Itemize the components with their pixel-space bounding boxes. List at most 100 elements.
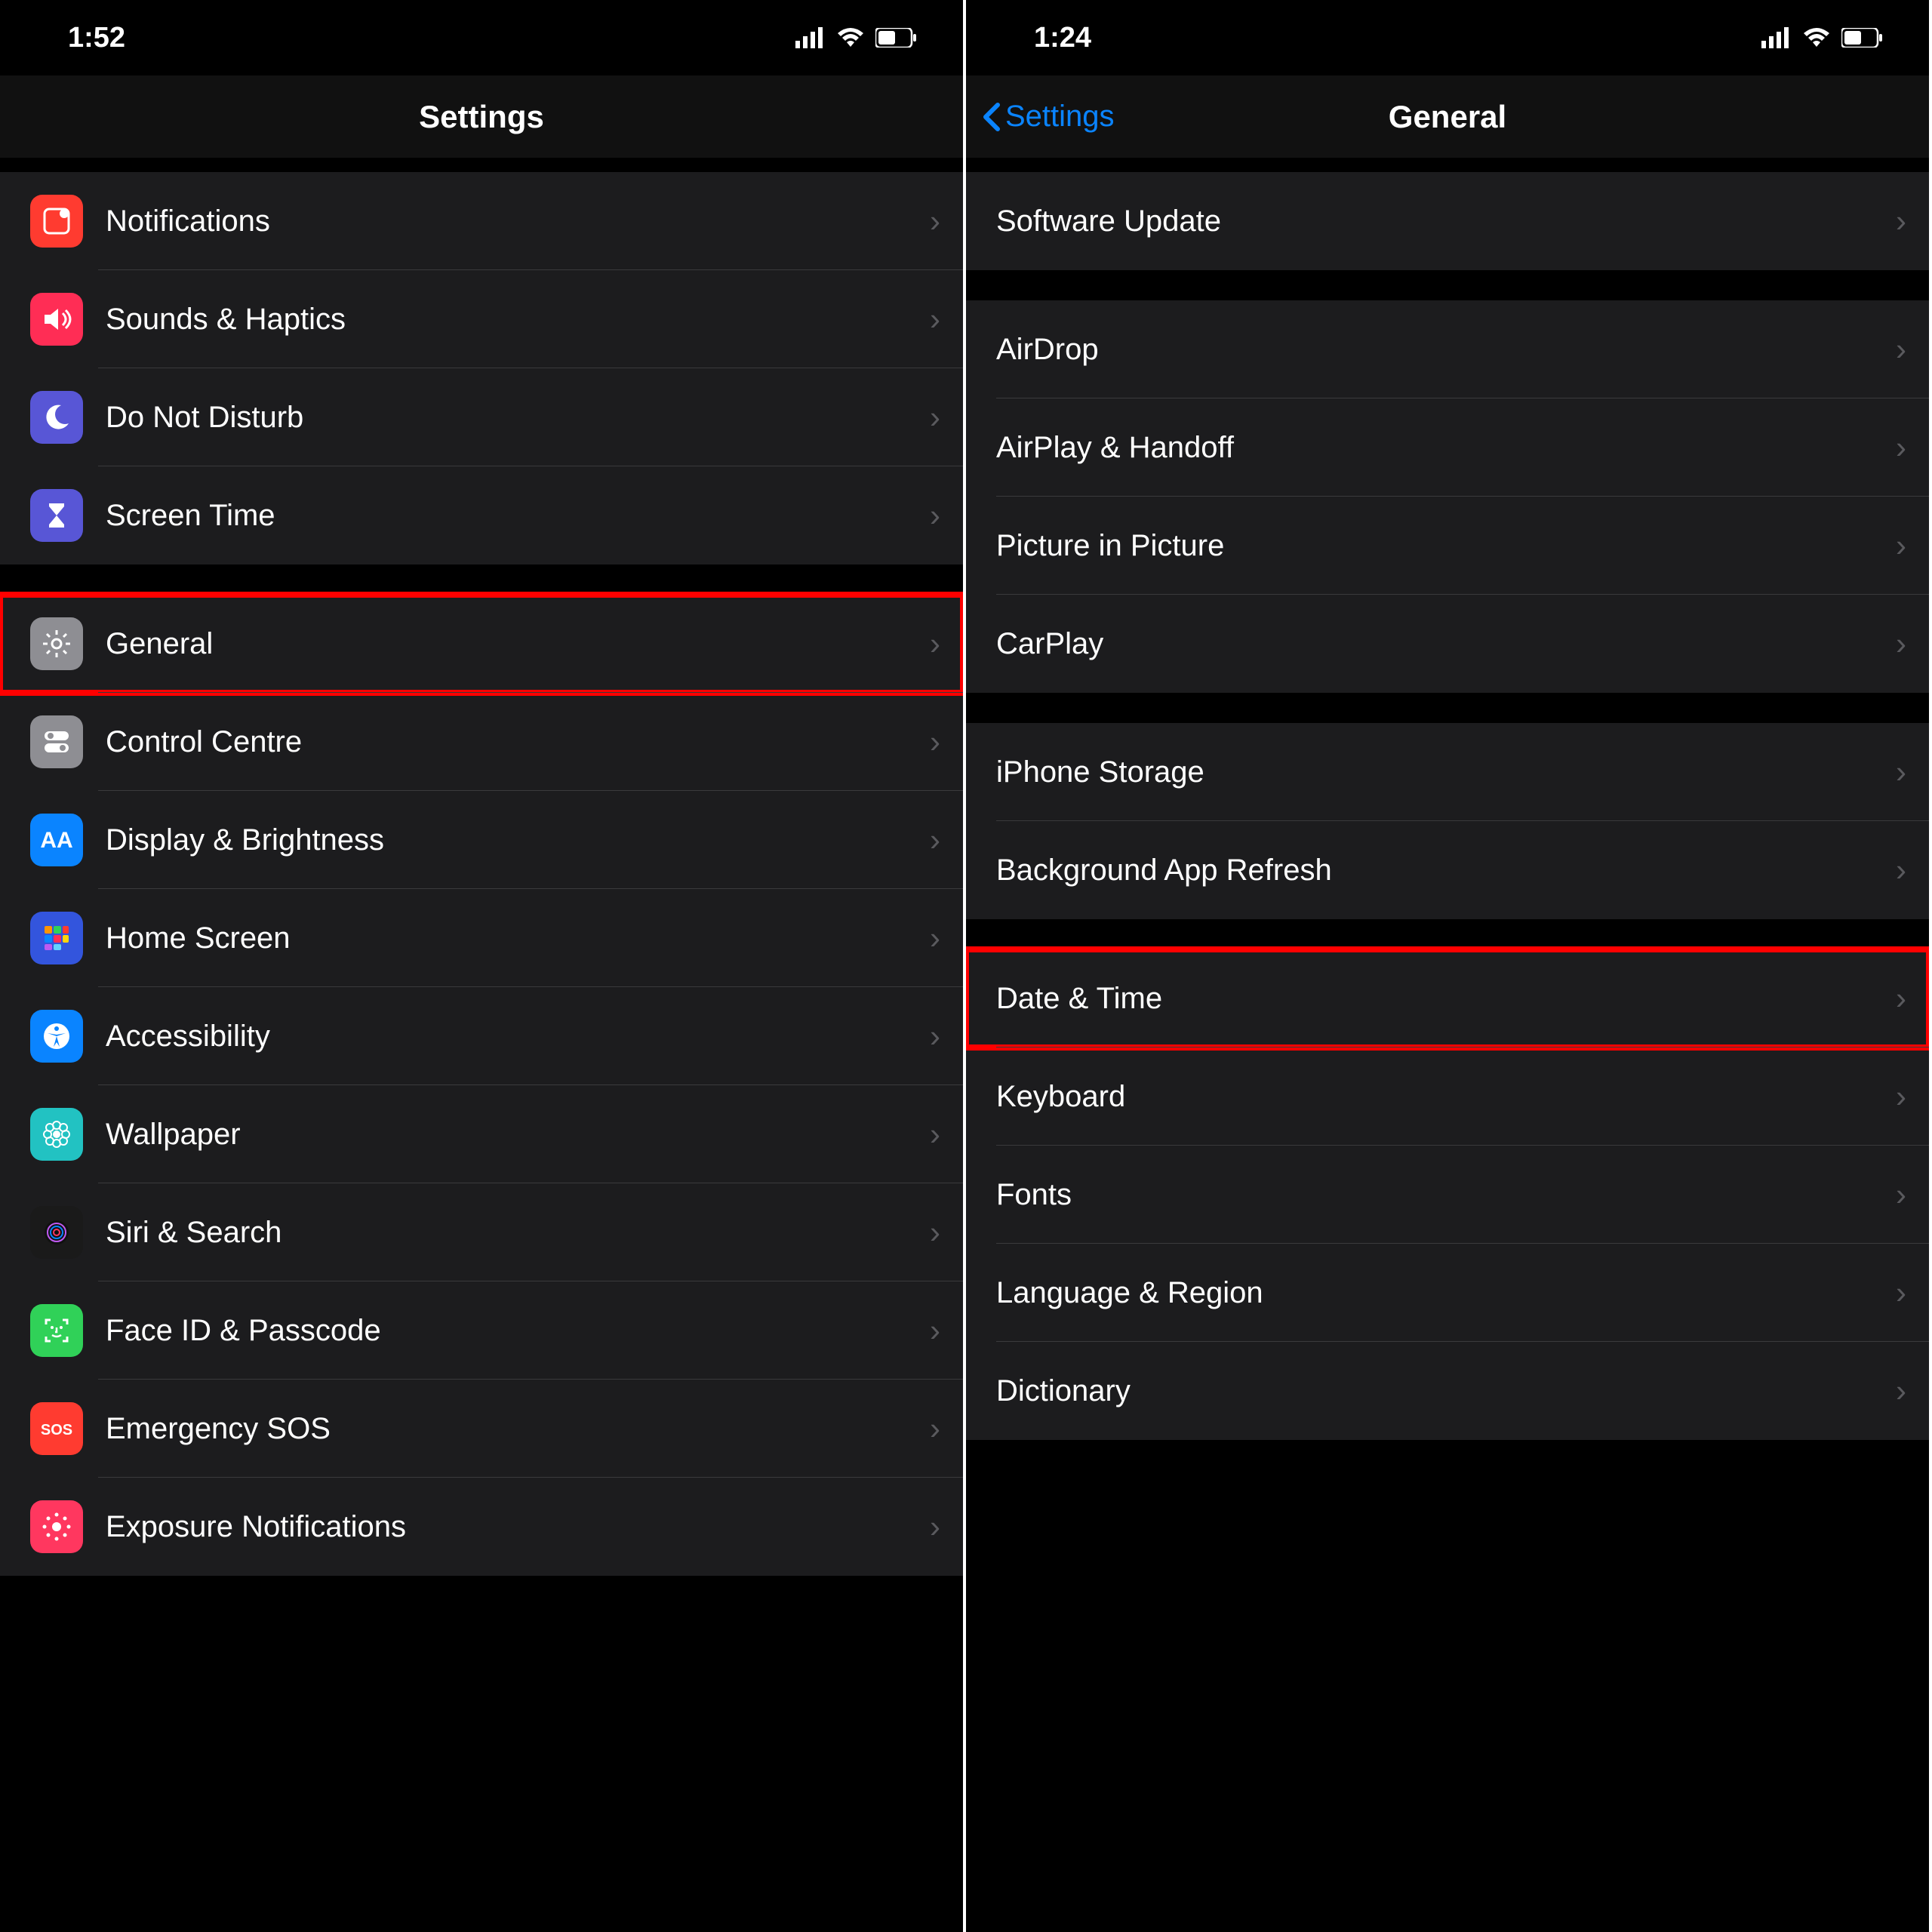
row-background-app-refresh[interactable]: Background App Refresh›: [966, 821, 1929, 919]
row-date-time[interactable]: Date & Time›: [966, 949, 1929, 1048]
row-label: iPhone Storage: [996, 755, 1896, 789]
row-exposure-notifications[interactable]: Exposure Notifications›: [0, 1478, 963, 1576]
siri-icon: [30, 1206, 83, 1259]
row-software-update[interactable]: Software Update›: [966, 172, 1929, 270]
chevron-right-icon: ›: [1896, 429, 1906, 466]
settings-group: AirDrop›AirPlay & Handoff›Picture in Pic…: [966, 300, 1929, 693]
row-label: Do Not Disturb: [106, 401, 930, 435]
row-screen-time[interactable]: Screen Time›: [0, 466, 963, 565]
chevron-right-icon: ›: [930, 626, 940, 662]
chevron-right-icon: ›: [930, 1116, 940, 1152]
row-siri-search[interactable]: Siri & Search›: [0, 1183, 963, 1281]
row-general[interactable]: General›: [0, 595, 963, 693]
faceid-icon: [30, 1304, 83, 1357]
row-label: Notifications: [106, 205, 930, 238]
signal-icon: [795, 27, 826, 48]
chevron-right-icon: ›: [930, 399, 940, 435]
settings-group: Notifications›Sounds & Haptics›Do Not Di…: [0, 172, 963, 565]
row-label: Background App Refresh: [996, 854, 1896, 888]
chevron-right-icon: ›: [1896, 980, 1906, 1017]
row-label: Emergency SOS: [106, 1412, 930, 1446]
chevron-right-icon: ›: [930, 301, 940, 337]
row-wallpaper[interactable]: Wallpaper›: [0, 1085, 963, 1183]
chevron-left-icon: [981, 102, 1002, 132]
chevron-right-icon: ›: [1896, 203, 1906, 239]
row-label: Display & Brightness: [106, 823, 930, 857]
row-carplay[interactable]: CarPlay›: [966, 595, 1929, 693]
row-label: Date & Time: [996, 982, 1896, 1016]
nav-bar: Settings General: [966, 75, 1929, 158]
row-label: CarPlay: [996, 627, 1896, 661]
chevron-right-icon: ›: [1896, 1373, 1906, 1409]
row-label: Fonts: [996, 1178, 1896, 1212]
row-notifications[interactable]: Notifications›: [0, 172, 963, 270]
moon-icon: [30, 391, 83, 444]
row-label: Home Screen: [106, 921, 930, 955]
row-airdrop[interactable]: AirDrop›: [966, 300, 1929, 398]
chevron-right-icon: ›: [1896, 754, 1906, 790]
row-airplay-handoff[interactable]: AirPlay & Handoff›: [966, 398, 1929, 497]
settings-group: Software Update›: [966, 172, 1929, 270]
accessibility-icon: [30, 1010, 83, 1063]
chevron-right-icon: ›: [930, 1509, 940, 1545]
row-label: Control Centre: [106, 725, 930, 759]
row-do-not-disturb[interactable]: Do Not Disturb›: [0, 368, 963, 466]
battery-icon: [1841, 28, 1884, 48]
row-dictionary[interactable]: Dictionary›: [966, 1342, 1929, 1440]
chevron-right-icon: ›: [1896, 1177, 1906, 1213]
chevron-right-icon: ›: [930, 1018, 940, 1054]
row-accessibility[interactable]: Accessibility›: [0, 987, 963, 1085]
notifications-icon: [30, 195, 83, 248]
back-label: Settings: [1005, 100, 1115, 134]
status-bar: 1:52: [0, 0, 963, 75]
row-fonts[interactable]: Fonts›: [966, 1146, 1929, 1244]
row-label: Language & Region: [996, 1276, 1896, 1310]
chevron-right-icon: ›: [930, 920, 940, 956]
settings-group: General›Control Centre›AADisplay & Brigh…: [0, 595, 963, 1576]
settings-list[interactable]: Notifications›Sounds & Haptics›Do Not Di…: [0, 158, 963, 1932]
row-sounds-haptics[interactable]: Sounds & Haptics›: [0, 270, 963, 368]
row-keyboard[interactable]: Keyboard›: [966, 1048, 1929, 1146]
row-label: AirDrop: [996, 333, 1896, 367]
row-label: Picture in Picture: [996, 529, 1896, 563]
page-title: General: [1389, 99, 1506, 135]
nav-bar: Settings: [0, 75, 963, 158]
settings-screen: 1:52 Settings Notifications›Sounds & Hap…: [0, 0, 966, 1932]
row-label: Software Update: [996, 205, 1896, 238]
gear-icon: [30, 617, 83, 670]
text-size-icon: AA: [30, 814, 83, 866]
chevron-right-icon: ›: [930, 203, 940, 239]
wifi-icon: [836, 27, 865, 48]
row-control-centre[interactable]: Control Centre›: [0, 693, 963, 791]
row-face-id-passcode[interactable]: Face ID & Passcode›: [0, 1281, 963, 1380]
status-time: 1:52: [68, 22, 125, 54]
chevron-right-icon: ›: [1896, 626, 1906, 662]
chevron-right-icon: ›: [930, 1312, 940, 1349]
row-label: Accessibility: [106, 1020, 930, 1054]
row-label: AirPlay & Handoff: [996, 431, 1896, 465]
sos-icon: SOS: [30, 1402, 83, 1455]
row-emergency-sos[interactable]: SOSEmergency SOS›: [0, 1380, 963, 1478]
settings-group: iPhone Storage›Background App Refresh›: [966, 723, 1929, 919]
row-home-screen[interactable]: Home Screen›: [0, 889, 963, 987]
status-indicators: [1761, 27, 1884, 48]
row-language-region[interactable]: Language & Region›: [966, 1244, 1929, 1342]
row-label: Exposure Notifications: [106, 1510, 930, 1544]
row-label: Keyboard: [996, 1080, 1896, 1114]
row-display-brightness[interactable]: AADisplay & Brightness›: [0, 791, 963, 889]
svg-text:AA: AA: [40, 828, 72, 853]
general-screen: 1:24 Settings General Software Update›Ai…: [966, 0, 1932, 1932]
chevron-right-icon: ›: [1896, 1275, 1906, 1311]
row-iphone-storage[interactable]: iPhone Storage›: [966, 723, 1929, 821]
battery-icon: [875, 28, 918, 48]
svg-text:SOS: SOS: [41, 1422, 72, 1438]
general-list[interactable]: Software Update›AirDrop›AirPlay & Handof…: [966, 158, 1929, 1932]
status-bar: 1:24: [966, 0, 1929, 75]
back-button[interactable]: Settings: [981, 100, 1115, 134]
row-picture-in-picture[interactable]: Picture in Picture›: [966, 497, 1929, 595]
hourglass-icon: [30, 489, 83, 542]
chevron-right-icon: ›: [930, 497, 940, 534]
row-label: Dictionary: [996, 1374, 1896, 1408]
home-grid-icon: [30, 912, 83, 964]
row-label: Sounds & Haptics: [106, 303, 930, 337]
